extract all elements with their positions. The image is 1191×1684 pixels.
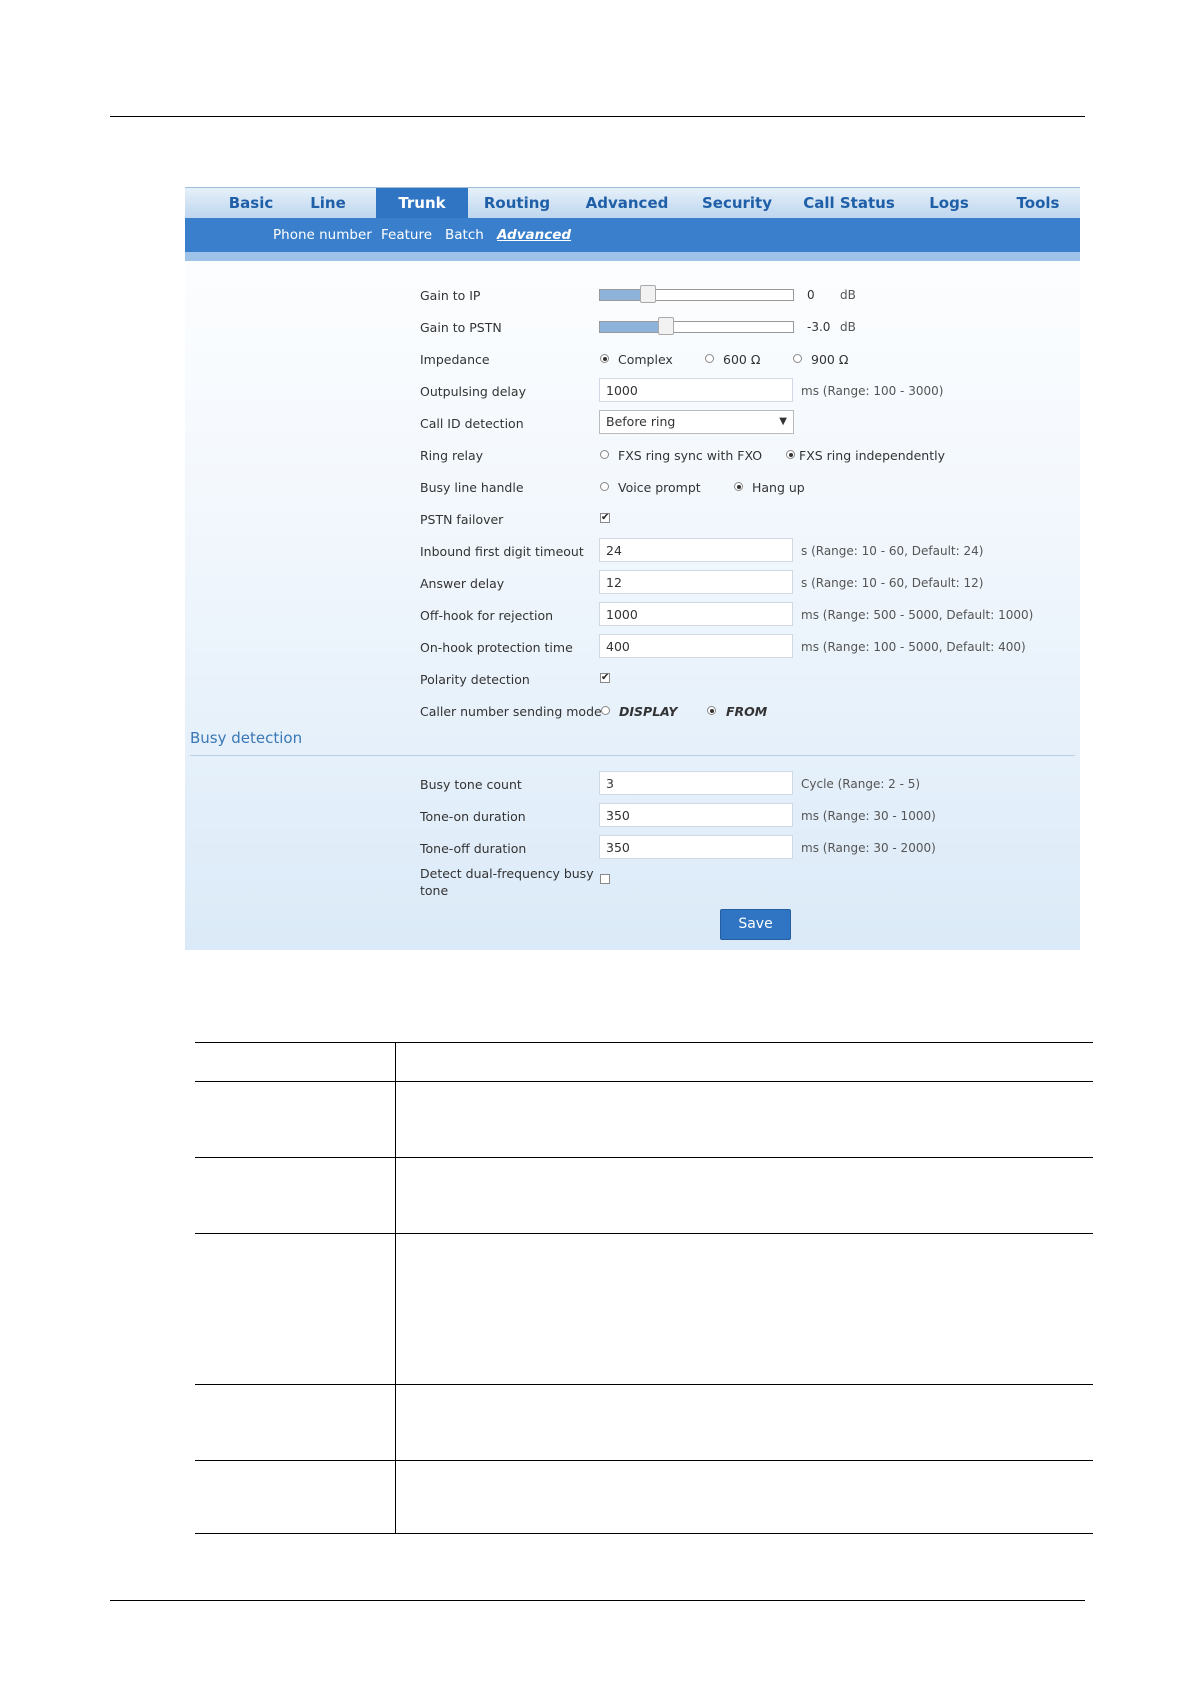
- outpulsing-delay-hint: ms (Range: 100 - 3000): [801, 384, 944, 398]
- table-rule: [195, 1384, 1093, 1385]
- tab-call-status[interactable]: Call Status: [797, 188, 901, 219]
- impedance-600-radio[interactable]: [705, 354, 714, 363]
- chevron-down-icon: ▼: [779, 416, 787, 427]
- onhook-protection-label: On-hook protection time: [420, 640, 573, 655]
- gain-to-pstn-label: Gain to PSTN: [420, 320, 502, 335]
- busy-line-voice-prompt-radio[interactable]: [600, 482, 609, 491]
- busy-line-hang-up-radio[interactable]: [734, 482, 743, 491]
- offhook-rejection-input[interactable]: 1000: [599, 602, 793, 626]
- sending-mode-from-radio[interactable]: [707, 706, 716, 715]
- gain-to-pstn-slider[interactable]: [599, 317, 794, 335]
- table-rule: [195, 1460, 1093, 1461]
- sending-mode-display-label: DISPLAY: [619, 704, 678, 719]
- answer-delay-input[interactable]: 12: [599, 570, 793, 594]
- ring-relay-independent-radio[interactable]: [786, 450, 795, 459]
- save-button[interactable]: Save: [720, 909, 791, 940]
- gain-to-ip-handle[interactable]: [640, 285, 657, 303]
- section-divider: [190, 755, 1075, 756]
- offhook-rejection-hint: ms (Range: 500 - 5000, Default: 1000): [801, 608, 1034, 622]
- tab-line[interactable]: Line: [297, 188, 359, 219]
- gain-to-ip-unit: dB: [840, 288, 856, 302]
- ring-relay-label: Ring relay: [420, 448, 484, 463]
- subtab-advanced[interactable]: Advanced: [497, 218, 571, 252]
- sub-navigation: Phone number Feature Batch Advanced: [185, 218, 1080, 252]
- ring-relay-independent-label: FXS ring independently: [799, 448, 945, 463]
- page-header-rule: [110, 116, 1085, 117]
- gain-to-pstn-handle[interactable]: [657, 317, 674, 335]
- call-id-detection-select[interactable]: Before ring ▼: [599, 410, 794, 434]
- table-rule: [195, 1233, 1093, 1234]
- outpulsing-delay-input[interactable]: 1000: [599, 378, 793, 402]
- polarity-detection-checkbox[interactable]: ✔: [600, 673, 610, 683]
- tab-routing[interactable]: Routing: [477, 188, 557, 219]
- gain-to-ip-value: 0: [807, 288, 815, 302]
- busy-tone-count-label: Busy tone count: [420, 777, 522, 792]
- tone-off-duration-hint: ms (Range: 30 - 2000): [801, 841, 936, 855]
- table-rule: [195, 1157, 1093, 1158]
- pstn-failover-label: PSTN failover: [420, 512, 504, 527]
- tab-tools[interactable]: Tools: [1003, 188, 1073, 219]
- top-navigation: Basic Line Trunk Routing Advanced Securi…: [185, 187, 1080, 219]
- dual-frequency-label-line2: tone: [420, 883, 449, 898]
- inbound-timeout-label: Inbound first digit timeout: [420, 544, 584, 559]
- busy-tone-count-hint: Cycle (Range: 2 - 5): [801, 777, 921, 791]
- impedance-900-label: 900 Ω: [811, 352, 849, 367]
- onhook-protection-input[interactable]: 400: [599, 634, 793, 658]
- gain-to-ip-label: Gain to IP: [420, 288, 481, 303]
- tab-security[interactable]: Security: [693, 188, 781, 219]
- outpulsing-delay-label: Outpulsing delay: [420, 384, 526, 399]
- call-id-detection-value: Before ring: [606, 414, 676, 429]
- dual-frequency-checkbox[interactable]: [600, 874, 610, 884]
- pstn-failover-checkbox[interactable]: ✔: [600, 513, 610, 523]
- busy-line-handle-label: Busy line handle: [420, 480, 524, 495]
- onhook-protection-hint: ms (Range: 100 - 5000, Default: 400): [801, 640, 1026, 654]
- ring-relay-sync-label: FXS ring sync with FXO: [618, 448, 763, 463]
- busy-tone-count-input[interactable]: 3: [599, 771, 793, 795]
- gateway-admin-panel: Basic Line Trunk Routing Advanced Securi…: [185, 187, 1080, 950]
- answer-delay-hint: s (Range: 10 - 60, Default: 12): [801, 576, 984, 590]
- subtab-phone-number[interactable]: Phone number: [273, 218, 372, 252]
- page-footer-rule: [110, 1600, 1085, 1601]
- busy-detection-heading: Busy detection: [190, 729, 303, 747]
- impedance-complex-radio[interactable]: [600, 354, 609, 363]
- ring-relay-sync-radio[interactable]: [600, 450, 609, 459]
- tone-on-duration-input[interactable]: 350: [599, 803, 793, 827]
- sending-mode-display-radio[interactable]: [601, 706, 610, 715]
- inbound-timeout-hint: s (Range: 10 - 60, Default: 24): [801, 544, 984, 558]
- call-id-detection-label: Call ID detection: [420, 416, 524, 431]
- table-rule: [195, 1533, 1093, 1534]
- answer-delay-label: Answer delay: [420, 576, 505, 591]
- subtab-feature[interactable]: Feature: [381, 218, 432, 252]
- impedance-complex-label: Complex: [618, 352, 673, 367]
- gain-to-ip-slider[interactable]: [599, 285, 794, 303]
- busy-line-hang-up-label: Hang up: [752, 480, 805, 495]
- gain-to-pstn-unit: dB: [840, 320, 856, 334]
- polarity-detection-label: Polarity detection: [420, 672, 530, 687]
- busy-line-voice-prompt-label: Voice prompt: [618, 480, 701, 495]
- offhook-rejection-label: Off-hook for rejection: [420, 608, 554, 623]
- subtab-batch[interactable]: Batch: [445, 218, 484, 252]
- table-rule: [195, 1081, 1093, 1082]
- impedance-600-label: 600 Ω: [723, 352, 761, 367]
- tone-off-duration-label: Tone-off duration: [420, 841, 527, 856]
- tab-basic[interactable]: Basic: [213, 188, 289, 219]
- caller-sending-mode-label: Caller number sending mode: [420, 704, 602, 719]
- tab-advanced[interactable]: Advanced: [577, 188, 677, 219]
- tab-trunk[interactable]: Trunk: [376, 188, 468, 219]
- table-column-divider: [395, 1042, 396, 1533]
- table-rule: [195, 1042, 1093, 1043]
- gain-to-pstn-fill: [600, 322, 666, 332]
- dual-frequency-label-line1: Detect dual-frequency busy: [420, 866, 594, 881]
- tone-on-duration-hint: ms (Range: 30 - 1000): [801, 809, 936, 823]
- tone-off-duration-input[interactable]: 350: [599, 835, 793, 859]
- gain-to-pstn-value: -3.0: [807, 320, 831, 334]
- impedance-label: Impedance: [420, 352, 490, 367]
- tone-on-duration-label: Tone-on duration: [420, 809, 526, 824]
- impedance-900-radio[interactable]: [793, 354, 802, 363]
- inbound-timeout-input[interactable]: 24: [599, 538, 793, 562]
- subnav-strip: [185, 252, 1080, 261]
- tab-logs[interactable]: Logs: [920, 188, 978, 219]
- sending-mode-from-label: FROM: [726, 704, 768, 719]
